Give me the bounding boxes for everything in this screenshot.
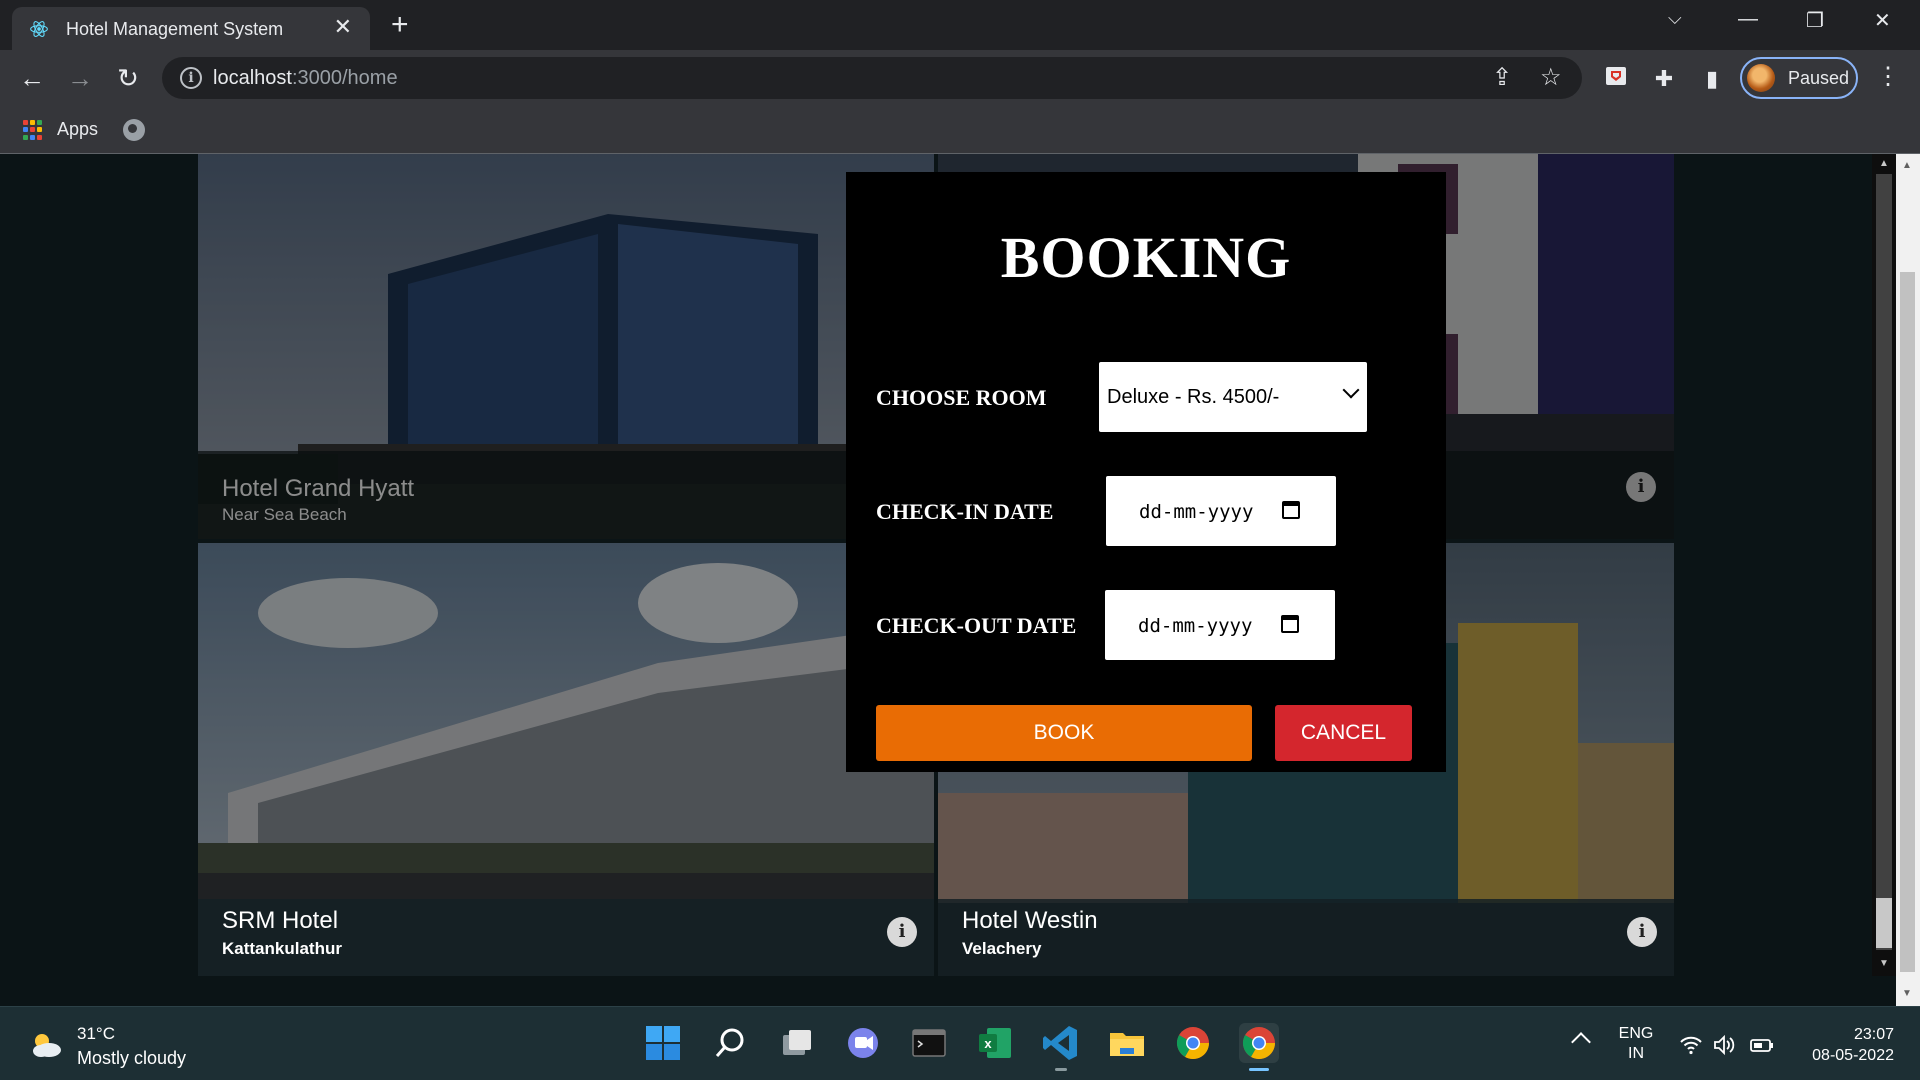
tab-title: Hotel Management System [66, 19, 284, 39]
checkin-label: CHECK-IN DATE [876, 499, 1054, 524]
chrome-icon[interactable] [1239, 1023, 1279, 1071]
checkin-date-value: dd-mm-yyyy [1139, 501, 1254, 523]
weather-cloud-icon[interactable] [29, 1030, 63, 1058]
side-panel-icon[interactable]: ▮ [1698, 65, 1726, 93]
close-window-button[interactable]: ✕ [1874, 8, 1891, 33]
profile-button[interactable]: Paused [1740, 57, 1858, 99]
clock-time: 23:07 [1853, 1026, 1894, 1043]
modal-title: BOOKING [1000, 225, 1292, 290]
checkout-date-value: dd-mm-yyyy [1138, 615, 1253, 637]
vscode-icon[interactable] [1041, 1023, 1081, 1071]
hotel-caption: Hotel Westin Velachery [938, 899, 1674, 976]
reload-icon[interactable]: ↻ [111, 61, 145, 95]
scroll-thumb[interactable] [1900, 272, 1915, 972]
system-clock[interactable]: 23:07 08-05-2022 [1790, 1024, 1894, 1066]
apps-grid-icon[interactable] [23, 120, 43, 140]
bookmark-apps[interactable]: Apps [57, 119, 98, 140]
info-icon[interactable]: i [1627, 917, 1657, 947]
backdrop-overlay [198, 154, 934, 539]
book-button[interactable]: BOOK [876, 705, 1252, 761]
address-bar[interactable]: i localhost:3000/home ⇪ ☆ [162, 57, 1582, 99]
input-language[interactable]: ENG IN [1618, 1024, 1654, 1064]
checkout-date-input[interactable]: dd-mm-yyyy [1105, 590, 1335, 660]
checkin-date-input[interactable]: dd-mm-yyyy [1106, 476, 1336, 546]
excel-icon[interactable]: x [975, 1023, 1015, 1063]
scroll-track[interactable] [1876, 174, 1892, 950]
clock-date: 08-05-2022 [1812, 1047, 1894, 1064]
extensions-puzzle-icon[interactable]: ✚ [1650, 65, 1678, 93]
calendar-icon[interactable] [1282, 501, 1300, 519]
extension-shield-icon[interactable] [1602, 64, 1630, 92]
hotel-name: SRM Hotel [222, 907, 339, 934]
globe-icon[interactable] [123, 119, 145, 141]
new-tab-button[interactable]: + [391, 10, 409, 40]
hotel-location: Kattankulathur [222, 939, 342, 958]
info-icon[interactable]: i [887, 917, 917, 947]
region-code: IN [1628, 1045, 1644, 1062]
browser-titlebar: Hotel Management System ✕ + ⌵ — ❐ ✕ [0, 0, 1920, 50]
teams-chat-icon[interactable] [843, 1023, 883, 1063]
svg-text:x: x [984, 1036, 992, 1051]
room-select[interactable]: Deluxe - Rs. 4500/- [1099, 362, 1367, 432]
site-info-icon[interactable]: i [180, 67, 202, 89]
tray-overflow-chevron-icon[interactable] [1571, 1032, 1591, 1052]
windows-start-icon[interactable] [643, 1023, 683, 1063]
restore-button[interactable]: ❐ [1806, 8, 1824, 33]
battery-icon[interactable] [1749, 1034, 1775, 1062]
menu-kebab-icon[interactable]: ⋮ [1876, 65, 1900, 89]
hotel-card[interactable]: SRM Hotel Kattankulathur i [198, 543, 934, 976]
hotel-card[interactable]: Hotel Grand Hyatt Near Sea Beach [198, 154, 934, 539]
scroll-up-icon[interactable]: ▲ [1902, 160, 1912, 171]
room-select-value: Deluxe - Rs. 4500/- [1107, 386, 1280, 408]
scroll-down-icon[interactable]: ▼ [1879, 958, 1889, 969]
choose-room-label: CHOOSE ROOM [876, 385, 1047, 410]
running-indicator [1055, 1068, 1067, 1071]
file-explorer-icon[interactable] [1107, 1023, 1147, 1063]
volume-icon[interactable] [1713, 1034, 1737, 1062]
chrome-icon[interactable] [1173, 1023, 1213, 1063]
grid-scrollbar[interactable]: ▲ ▼ [1872, 154, 1896, 976]
cancel-button[interactable]: CANCEL [1275, 705, 1412, 761]
weather-temperature[interactable]: 31°C [77, 1024, 115, 1044]
forward-icon[interactable]: → [63, 61, 97, 95]
calendar-icon[interactable] [1281, 615, 1299, 633]
active-indicator [1249, 1068, 1269, 1071]
hotel-caption: SRM Hotel Kattankulathur [198, 899, 934, 976]
taskbar: 31°C Mostly cloudy x ENG IN 23:07 08-05-… [0, 1006, 1920, 1080]
hotel-location: Velachery [962, 939, 1042, 958]
back-icon[interactable]: ← [15, 61, 49, 95]
share-icon[interactable]: ⇪ [1492, 63, 1512, 92]
profile-status: Paused [1788, 68, 1850, 88]
tab-close-icon[interactable]: ✕ [334, 16, 352, 38]
task-view-icon[interactable] [777, 1023, 817, 1063]
terminal-icon[interactable] [909, 1023, 949, 1063]
hotel-grid: Hotel Grand Hyatt Near Sea Beach i SRM H… [198, 154, 1896, 976]
weather-condition[interactable]: Mostly cloudy [77, 1048, 186, 1069]
scroll-thumb[interactable] [1876, 898, 1892, 948]
minimize-button[interactable]: — [1738, 8, 1758, 31]
hotel-name: Hotel Westin [962, 907, 1098, 934]
browser-toolbar: ← → ↻ i localhost:3000/home ⇪ ☆ ✚ ▮ Paus… [0, 50, 1920, 106]
bookmarks-bar: Apps [0, 106, 1920, 154]
bookmark-star-icon[interactable]: ☆ [1540, 63, 1562, 92]
avatar [1747, 64, 1775, 92]
wifi-icon[interactable] [1679, 1034, 1703, 1062]
language-code: ENG [1618, 1025, 1654, 1042]
checkout-label: CHECK-OUT DATE [876, 613, 1077, 638]
scroll-up-icon[interactable]: ▲ [1879, 158, 1889, 169]
page-viewport: Hotel Grand Hyatt Near Sea Beach i SRM H… [0, 154, 1920, 1006]
chevron-down-icon [1342, 381, 1360, 399]
tab-search-icon[interactable]: ⌵ [1668, 8, 1682, 29]
url-text: localhost:3000/home [213, 67, 398, 89]
booking-modal: BOOKING CHOOSE ROOM Deluxe - Rs. 4500/- … [846, 172, 1446, 772]
scroll-down-icon[interactable]: ▼ [1902, 988, 1912, 999]
active-tab[interactable]: Hotel Management System ✕ [12, 7, 370, 50]
react-icon [30, 21, 48, 37]
page-scrollbar[interactable]: ▲ ▼ [1896, 154, 1920, 1006]
search-icon[interactable] [710, 1023, 750, 1063]
